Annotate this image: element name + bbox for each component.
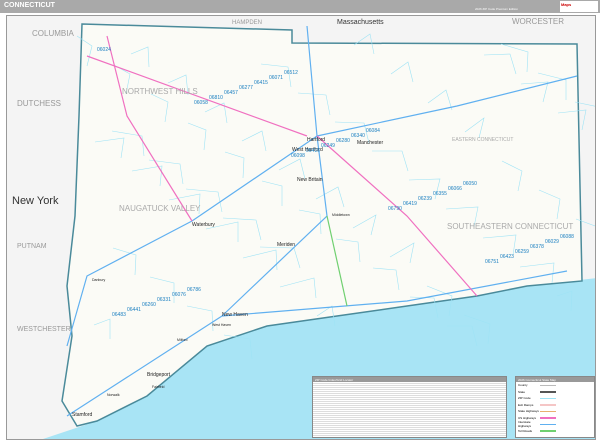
city-label: West Haven [212, 323, 231, 327]
legend-label: State Highways [518, 409, 539, 414]
legend-swatch [540, 397, 556, 399]
region-label: HAMPDEN [232, 20, 262, 26]
header-bar: CONNECTICUT 2026 ZIP Code Premium Editio… [0, 0, 600, 13]
region-label: PUTNAM [17, 243, 47, 250]
region-label: EASTERN CONNECTICUT [452, 137, 513, 143]
zip-label: 06423 [500, 254, 514, 260]
zip-label: 06249 [321, 143, 335, 149]
legend-swatch [540, 410, 556, 412]
region-label: Massachusetts [337, 19, 384, 26]
zip-label: 06098 [291, 153, 305, 159]
map-canvas[interactable]: COLUMBIA HAMPDEN Massachusetts WORCESTER DUT… [6, 15, 596, 440]
zip-label: 06786 [187, 287, 201, 293]
legend-label: Toll Roads [518, 428, 533, 433]
region-label: New York [12, 195, 59, 207]
city-label: Stamford [72, 412, 93, 418]
region-label: COLUMBIA [32, 29, 74, 38]
legend-label: Interstate Highways [518, 420, 532, 429]
legend-label: State [518, 389, 526, 394]
zip-label: 06076 [172, 292, 186, 298]
zip-label: 06331 [157, 297, 171, 303]
zip-label: 06512 [284, 70, 298, 76]
legend-swatch [540, 404, 556, 406]
city-label: Bridgeport [147, 372, 171, 378]
region-label: NORTHWEST HILLS [122, 87, 198, 96]
zip-label: 06084 [366, 128, 380, 134]
region-label: WESTCHESTER [17, 326, 71, 333]
zip-label: 06751 [485, 259, 499, 265]
region-label: WORCESTER [512, 17, 564, 26]
map-title: CONNECTICUT [4, 2, 55, 9]
zip-index-panel: ZIP Code Index/Grid Locator [312, 376, 507, 438]
zip-label: 06355 [433, 191, 447, 197]
legend-label: ZIP Code [518, 396, 531, 401]
legend-swatch [540, 391, 556, 393]
legend-item: Toll Roads [516, 428, 594, 435]
zip-label: 06280 [336, 138, 350, 144]
city-label: Milford [177, 338, 188, 342]
edition-label: 2026 ZIP Code Premium Edition [475, 7, 518, 11]
city-label: Middletown [332, 213, 350, 217]
legend-swatch [540, 384, 556, 386]
zip-label: 06441 [127, 307, 141, 313]
legend-swatch [540, 430, 556, 432]
city-label: Danbury [92, 278, 105, 282]
region-label: DUTCHESS [17, 99, 61, 108]
legend-panel: 2026 Connecticut State Map County State ZI… [515, 376, 595, 438]
legend-label: County [518, 383, 528, 388]
zip-label: 06277 [239, 85, 253, 91]
legend-swatch [540, 417, 556, 419]
region-label: NAUGATUCK VALLEY [119, 204, 201, 213]
city-label: New Haven [222, 312, 248, 318]
legend-label: Exit Ramps [518, 402, 534, 407]
city-label: Manchester [357, 140, 383, 146]
zip-label: 06810 [209, 95, 223, 101]
zip-label: 06457 [224, 90, 238, 96]
city-label: Waterbury [192, 222, 215, 228]
zip-label: 06419 [403, 201, 417, 207]
zip-label: 06259 [515, 249, 529, 255]
zip-label: 06058 [194, 100, 208, 106]
zip-label: 06260 [142, 302, 156, 308]
zip-label: 06088 [560, 234, 574, 240]
city-label: Fairfield [152, 385, 165, 389]
zip-label: 06050 [463, 181, 477, 187]
zip-label: 06024 [97, 47, 111, 53]
zip-label: 06071 [269, 75, 283, 81]
legend-swatch [540, 423, 556, 425]
zip-label: 06378 [530, 244, 544, 250]
zip-label: 06416 [306, 148, 320, 154]
city-label: Norwalk [107, 393, 120, 397]
zip-label: 06029 [545, 239, 559, 245]
logo: Maps [560, 1, 598, 12]
zip-label: 06483 [112, 312, 126, 318]
city-label: Meriden [277, 242, 295, 248]
zip-label: 06415 [254, 80, 268, 86]
region-label: SOUTHEASTERN CONNECTICUT [447, 222, 573, 231]
city-label: New Britain [297, 177, 323, 183]
zip-label: 06340 [351, 133, 365, 139]
legend-label: US Highways [518, 415, 537, 420]
zip-index-rows [313, 382, 506, 437]
zip-label: 06066 [448, 186, 462, 192]
zip-label: 06790 [388, 206, 402, 212]
zip-label: 06239 [418, 196, 432, 202]
